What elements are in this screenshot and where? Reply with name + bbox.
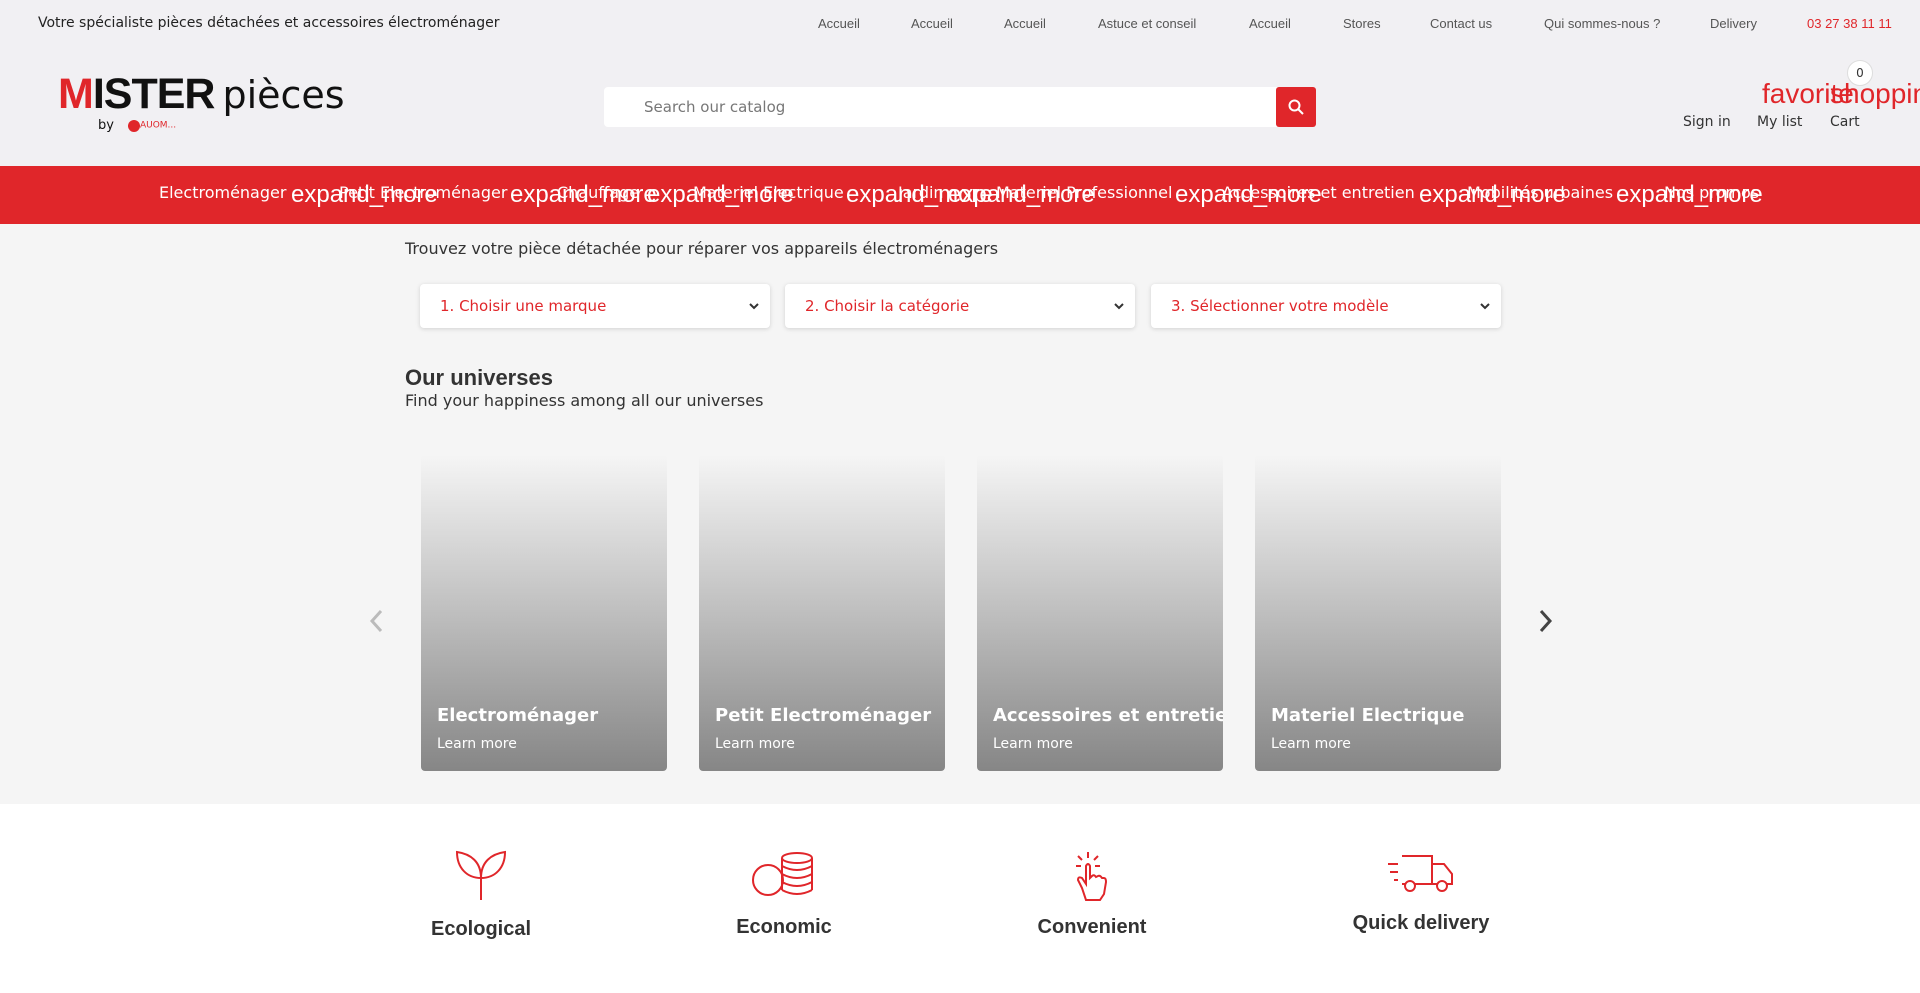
category-menu: Electroménager expand_more Petit Electro… bbox=[0, 166, 1920, 224]
top-nav-link[interactable]: Delivery bbox=[1710, 16, 1757, 31]
feature-item: Convenient bbox=[1032, 850, 1152, 939]
top-nav-link[interactable]: Qui sommes-nous ? bbox=[1544, 16, 1660, 31]
universe-card[interactable]: Materiel Electrique Learn more bbox=[1255, 455, 1501, 771]
cart-icon[interactable]: shopping bbox=[1830, 78, 1920, 110]
partner-logo-icon bbox=[127, 119, 140, 132]
top-nav-link[interactable]: Accueil bbox=[1249, 16, 1291, 31]
top-nav-link[interactable]: Accueil bbox=[911, 16, 953, 31]
top-bar: Votre spécialiste pièces détachées et ac… bbox=[0, 0, 1920, 48]
feature-label: Quick delivery bbox=[1352, 912, 1490, 934]
top-nav-link[interactable]: Accueil bbox=[818, 16, 860, 31]
search-icon bbox=[1288, 99, 1304, 115]
universe-card-title: Electroménager bbox=[437, 705, 599, 726]
learn-more-link[interactable]: Learn more bbox=[437, 736, 517, 752]
learn-more-link[interactable]: Learn more bbox=[1271, 736, 1351, 752]
feature-item: Quick delivery bbox=[1342, 850, 1500, 935]
top-nav-link[interactable]: Stores bbox=[1343, 16, 1381, 31]
category-item[interactable]: Accessoires et entretien bbox=[1222, 183, 1415, 202]
feature-label: Ecological bbox=[430, 918, 532, 940]
carousel-prev-icon[interactable] bbox=[366, 607, 386, 635]
universes-title: Our universes bbox=[405, 365, 553, 390]
search-input[interactable] bbox=[604, 87, 1274, 127]
category-item[interactable]: Electroménager bbox=[159, 183, 286, 202]
category-item[interactable]: Petit Electroménager bbox=[339, 183, 507, 202]
model-select[interactable]: 3. Sélectionner votre modèle bbox=[1151, 284, 1501, 328]
category-item[interactable]: Mobilités urbaines bbox=[1467, 183, 1613, 202]
my-list-link[interactable]: My list bbox=[1757, 114, 1802, 130]
chevron-down-icon bbox=[1114, 303, 1124, 310]
cart-count-badge: 0 bbox=[1847, 60, 1873, 86]
tap-hand-icon bbox=[1076, 852, 1108, 901]
logo-brand: MISTER bbox=[58, 70, 215, 118]
features-section: Ecological Economic Convenient Quick del… bbox=[0, 804, 1920, 993]
top-nav-link[interactable]: Contact us bbox=[1430, 16, 1492, 31]
chevron-down-icon bbox=[1480, 303, 1490, 310]
cart-link[interactable]: Cart bbox=[1830, 114, 1860, 130]
feature-item: Economic bbox=[724, 850, 844, 939]
category-item[interactable]: Nos promos bbox=[1664, 183, 1759, 202]
search-button[interactable] bbox=[1276, 87, 1316, 127]
delivery-truck-icon bbox=[1388, 855, 1453, 892]
learn-more-link[interactable]: Learn more bbox=[993, 736, 1073, 752]
category-item[interactable]: Jardin bbox=[898, 183, 944, 202]
site-header: MISTERpièces byAUOM... Sign in favorite … bbox=[0, 48, 1920, 166]
category-item[interactable]: Chauffage bbox=[557, 183, 639, 202]
feature-item: Ecological bbox=[421, 850, 541, 941]
logo-byline: by AUOM... bbox=[98, 118, 177, 133]
universe-card-title: Materiel Electrique bbox=[1271, 705, 1465, 726]
top-nav-link[interactable]: Accueil bbox=[1004, 16, 1046, 31]
phone-number[interactable]: 03 27 38 11 11 bbox=[1807, 16, 1892, 31]
feature-label: Economic bbox=[736, 916, 832, 938]
category-item[interactable]: Materiel Electrique bbox=[693, 183, 844, 202]
universe-card[interactable]: Petit Electroménager Learn more bbox=[699, 455, 945, 771]
chevron-down-icon bbox=[749, 303, 759, 310]
logo-suffix: pièces bbox=[222, 73, 345, 117]
universe-card[interactable]: Electroménager Learn more bbox=[421, 455, 667, 771]
sign-in-link[interactable]: Sign in bbox=[1683, 114, 1731, 130]
universe-card[interactable]: Accessoires et entretien Learn more bbox=[977, 455, 1223, 771]
feature-label: Convenient bbox=[1037, 916, 1147, 938]
universes-subtitle: Find your happiness among all our univer… bbox=[405, 391, 764, 410]
category-item[interactable]: Materiel Professionnel bbox=[996, 183, 1172, 202]
sprout-icon bbox=[455, 850, 507, 900]
partner-logo-text: AUOM... bbox=[139, 120, 177, 131]
top-nav-link[interactable]: Astuce et conseil bbox=[1098, 16, 1196, 31]
search-bar bbox=[604, 87, 1316, 127]
universe-card-title: Petit Electroménager bbox=[715, 705, 932, 726]
category-select[interactable]: 2. Choisir la catégorie bbox=[785, 284, 1135, 328]
carousel-next-icon[interactable] bbox=[1536, 607, 1556, 635]
finder-title: Trouvez votre pièce détachée pour répare… bbox=[405, 239, 999, 258]
coins-icon bbox=[752, 852, 813, 896]
brand-select[interactable]: 1. Choisir une marque bbox=[420, 284, 770, 328]
learn-more-link[interactable]: Learn more bbox=[715, 736, 795, 752]
top-nav: Accueil Accueil Accueil Astuce et consei… bbox=[0, 16, 1920, 36]
universe-card-title: Accessoires et entretien bbox=[993, 705, 1223, 726]
site-logo[interactable]: MISTER pièces bbox=[58, 70, 345, 119]
